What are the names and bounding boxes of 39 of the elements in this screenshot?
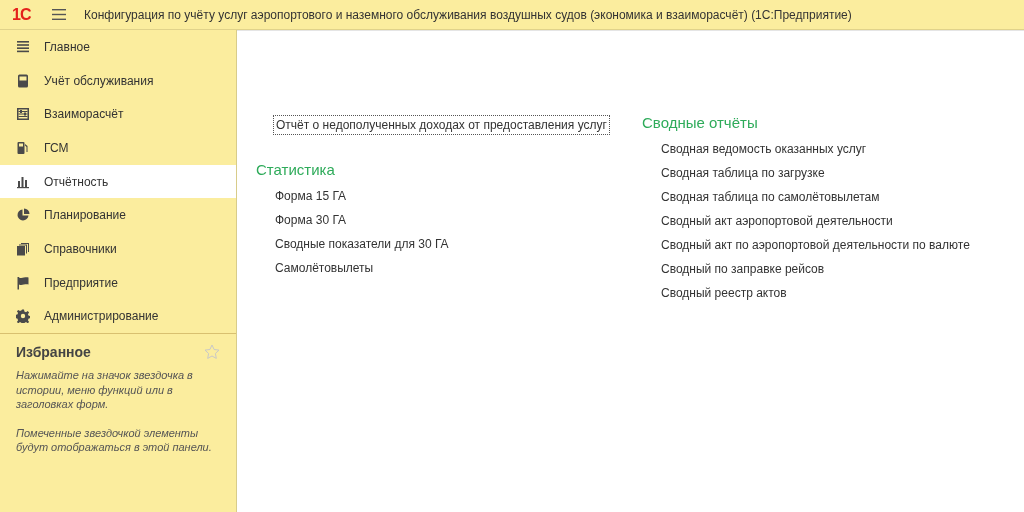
- fuel-pump-icon: [16, 140, 30, 155]
- sidebar-item[interactable]: Планирование: [0, 198, 236, 233]
- panel-title: Избранное: [16, 344, 91, 361]
- report-link[interactable]: Самолётовылеты: [256, 260, 642, 276]
- report-link[interactable]: Отчёт о недополученных доходах от предоставления услуг: [273, 115, 610, 135]
- sidebar-item[interactable]: Предприятие: [0, 265, 236, 300]
- report-link[interactable]: Сводная таблица по загрузке: [642, 165, 970, 181]
- report-link[interactable]: Сводная ведомость оказанных услуг: [642, 141, 970, 157]
- report-link[interactable]: Сводный реестр актов: [642, 285, 970, 301]
- books-icon: [16, 241, 30, 256]
- sidebar-item[interactable]: Главное: [0, 30, 236, 64]
- report-link[interactable]: Форма 30 ГА: [256, 212, 642, 228]
- list-icon: [16, 39, 30, 54]
- flag-icon: [16, 275, 30, 290]
- report-link[interactable]: Сводный по заправке рейсов: [642, 261, 970, 277]
- star-icon[interactable]: [204, 344, 220, 361]
- logo: 1С: [12, 5, 32, 24]
- window-title: Конфигурация по учёту услуг аэропортового и наземного обслуживания воздушных судов (экономика и взаиморасчёт) (1С:Предприятие): [84, 7, 852, 22]
- sidebar-item[interactable]: Администрирование: [0, 299, 236, 334]
- gear-icon: [16, 309, 30, 324]
- hint-text: Нажимайте на значок звездочка в истории, меню функций или в заголовках форм.: [16, 368, 194, 412]
- sidebar-item[interactable]: Учёт обслуживания: [0, 63, 236, 98]
- section-title: Статистика: [256, 161, 336, 178]
- sidebar-item[interactable]: Отчётность: [0, 164, 236, 199]
- report-link[interactable]: Сводный акт аэропортовой деятельности: [642, 213, 970, 229]
- report-link[interactable]: Сводные показатели для 30 ГА: [256, 236, 642, 252]
- hint-text: Помеченные звездочкой элементы будут отображаться в этой панели.: [16, 425, 213, 455]
- bar-chart-icon: [16, 174, 30, 189]
- report-link[interactable]: Сводный акт по аэропортовой деятельности по валюте: [642, 237, 970, 253]
- abacus-icon: [16, 107, 30, 122]
- document-icon: [16, 73, 30, 88]
- report-link[interactable]: Форма 15 ГА: [256, 188, 642, 204]
- sidebar-item[interactable]: Справочники: [0, 232, 236, 266]
- sidebar-item[interactable]: Взаиморасчёт: [0, 97, 236, 132]
- report-link[interactable]: Сводная таблица по самолётовылетам: [642, 189, 970, 205]
- section-title: Сводные отчёты: [642, 114, 759, 131]
- sidebar-item[interactable]: ГСМ: [0, 131, 236, 165]
- pie-chart-icon: [16, 208, 30, 223]
- menu-icon[interactable]: [52, 9, 66, 20]
